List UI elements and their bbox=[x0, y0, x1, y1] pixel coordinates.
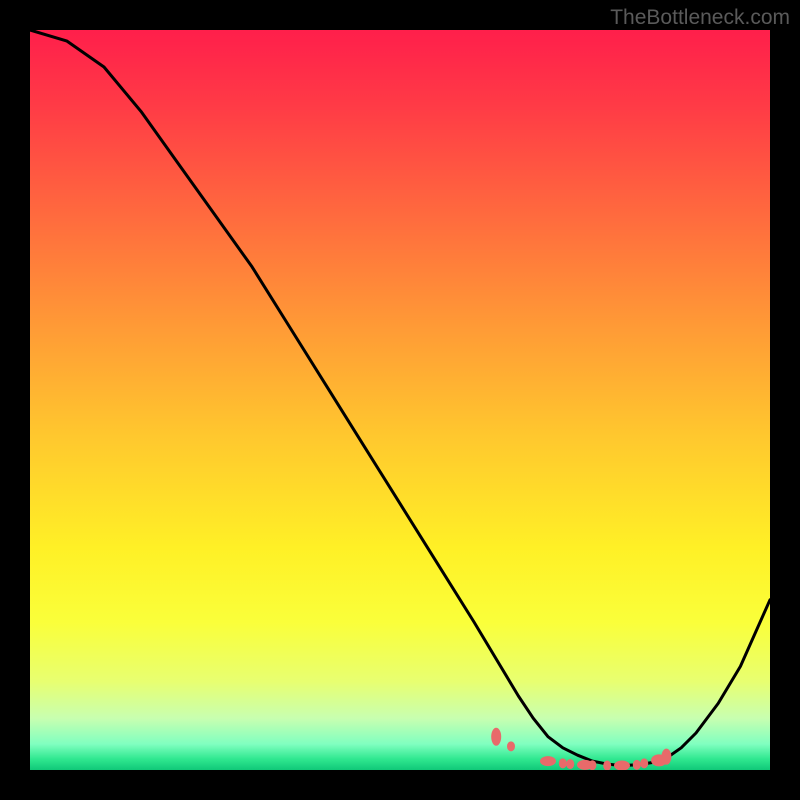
gradient-background bbox=[30, 30, 770, 770]
marker-point bbox=[559, 758, 567, 768]
marker-point bbox=[566, 759, 574, 769]
marker-point bbox=[640, 758, 648, 768]
marker-point bbox=[491, 728, 501, 746]
marker-point bbox=[661, 749, 671, 765]
chart-frame bbox=[30, 30, 770, 770]
marker-point bbox=[540, 756, 556, 766]
marker-point bbox=[588, 760, 596, 770]
marker-point bbox=[633, 760, 641, 770]
watermark-text: TheBottleneck.com bbox=[610, 6, 790, 30]
marker-point bbox=[507, 741, 515, 751]
bottleneck-chart bbox=[30, 30, 770, 770]
